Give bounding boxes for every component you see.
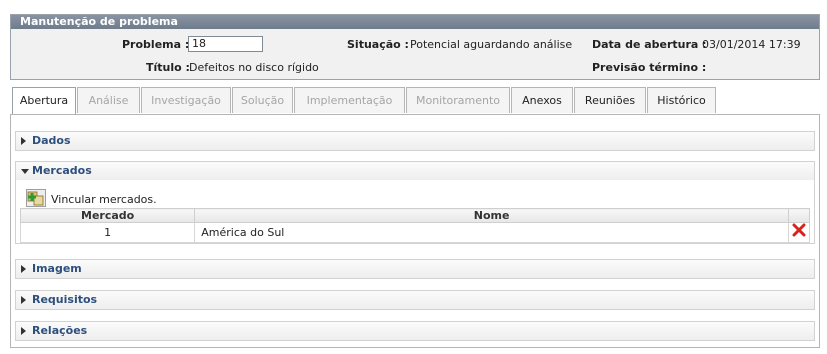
column-header-mercado[interactable]: Mercado: [19, 208, 196, 223]
tab-solucao[interactable]: Solução: [232, 87, 293, 113]
section-relacoes-title: Relações: [32, 324, 88, 337]
previsao-label: Previsão término :: [592, 61, 707, 74]
tab-implementacao[interactable]: Implementação: [294, 87, 405, 113]
tab-content: Dados Mercados Vincular mercados. Mercad…: [10, 114, 820, 348]
problem-panel: Manutenção de problema Problema : 18 Tít…: [10, 14, 820, 80]
section-requisitos: Requisitos: [15, 290, 815, 310]
section-requisitos-header[interactable]: Requisitos: [16, 291, 814, 309]
column-header-actions: [788, 208, 810, 223]
section-relacoes-header[interactable]: Relações: [16, 322, 814, 340]
add-market-icon: [27, 191, 44, 206]
section-mercados-title: Mercados: [32, 164, 92, 177]
section-imagem-title: Imagem: [32, 262, 82, 275]
section-requisitos-title: Requisitos: [32, 293, 98, 306]
add-market-label[interactable]: Vincular mercados.: [51, 193, 157, 206]
section-dados: Dados: [15, 131, 815, 151]
tab-monitoramento[interactable]: Monitoramento: [406, 87, 510, 113]
cell-nome: América do Sul: [194, 222, 790, 243]
situacao-label: Situação :: [347, 38, 409, 51]
tab-investigacao[interactable]: Investigação: [141, 87, 231, 113]
situacao-value: Potencial aguardando análise: [410, 38, 573, 51]
problema-label: Problema :: [122, 38, 190, 51]
data-abertura-value: 03/01/2014 17:39: [702, 38, 801, 51]
tab-anexos[interactable]: Anexos: [511, 87, 573, 113]
data-abertura-label: Data de abertura :: [592, 38, 707, 51]
tab-historico[interactable]: Histórico: [647, 87, 716, 113]
expand-arrow-icon: [21, 137, 26, 145]
section-imagem: Imagem: [15, 259, 815, 279]
titulo-value: Defeitos no disco rígido: [189, 61, 319, 74]
expand-arrow-icon: [21, 327, 26, 335]
tab-abertura[interactable]: Abertura: [12, 87, 76, 115]
expand-arrow-icon: [21, 265, 26, 273]
collapse-arrow-icon: [21, 169, 29, 174]
section-mercados-header[interactable]: Mercados: [16, 162, 814, 180]
section-mercados: Mercados Vincular mercados. Mercado Nome: [15, 161, 815, 244]
add-market-button[interactable]: [26, 189, 46, 207]
tab-reunioes[interactable]: Reuniões: [574, 87, 646, 113]
titulo-label: Título :: [146, 61, 190, 74]
section-dados-title: Dados: [32, 134, 71, 147]
mercados-table: Mercado Nome 1 América do Sul: [19, 208, 810, 243]
section-imagem-header[interactable]: Imagem: [16, 260, 814, 278]
problema-input[interactable]: 18: [188, 36, 263, 52]
panel-title: Manutenção de problema: [11, 15, 819, 29]
delete-icon: [792, 223, 806, 237]
section-dados-header[interactable]: Dados: [16, 132, 814, 150]
table-row[interactable]: 1 América do Sul: [19, 222, 810, 243]
section-relacoes: Relações: [15, 321, 815, 341]
delete-row-button[interactable]: [788, 222, 810, 243]
column-header-nome[interactable]: Nome: [194, 208, 790, 223]
cell-mercado: 1: [19, 222, 196, 243]
expand-arrow-icon: [21, 296, 26, 304]
tab-analise[interactable]: Análise: [77, 87, 140, 113]
